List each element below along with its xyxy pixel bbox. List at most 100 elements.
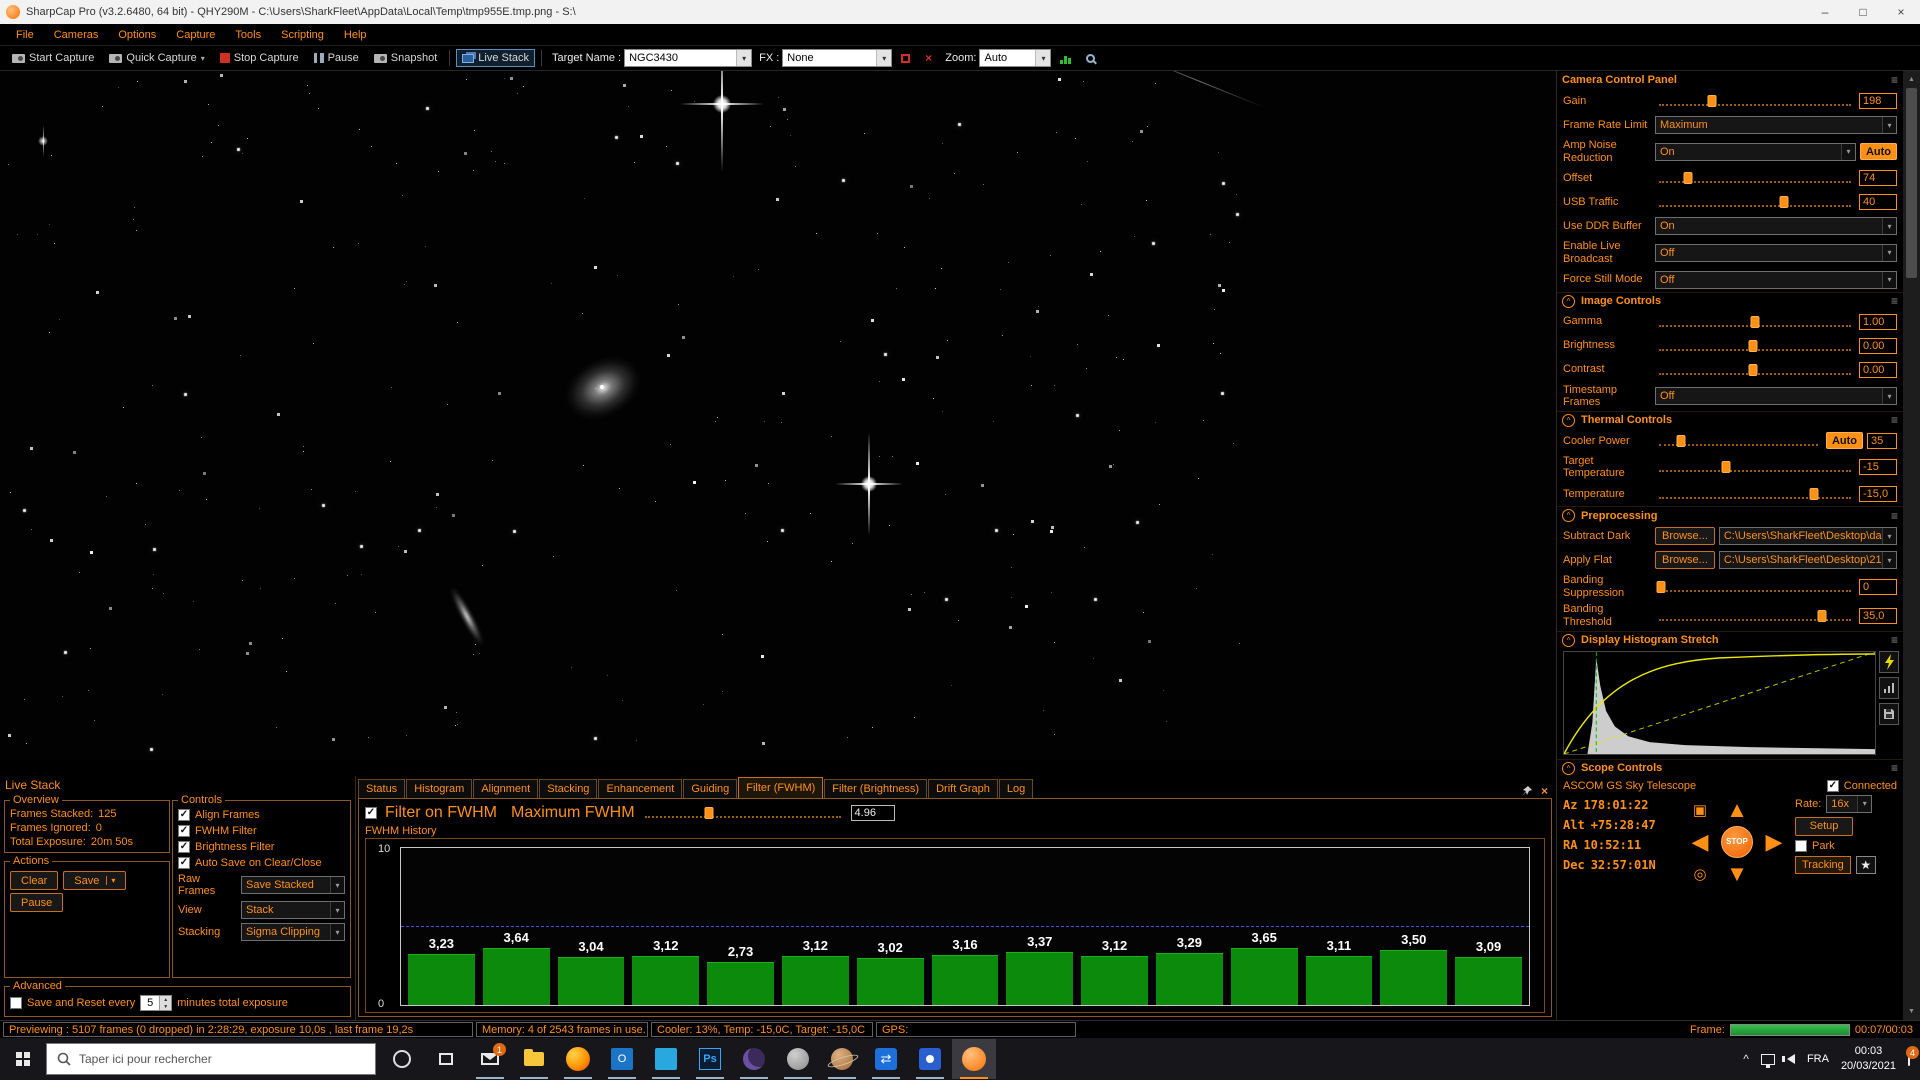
astronomy-app-button[interactable] <box>732 1039 776 1079</box>
teamviewer-button[interactable]: ⇄ <box>864 1039 908 1079</box>
setup-button[interactable]: Setup <box>1795 817 1853 836</box>
task-view-button[interactable] <box>424 1039 468 1079</box>
ddr-buffer-dropdown[interactable]: On▾ <box>1655 217 1897 235</box>
pause-button[interactable]: Pause <box>308 49 365 67</box>
tracking-button[interactable]: Tracking <box>1795 856 1851 874</box>
brightness-slider[interactable] <box>1657 339 1853 353</box>
fx-combobox[interactable]: None ▾ <box>782 49 892 67</box>
chevron-down-icon[interactable]: ▾ <box>876 50 891 66</box>
histogram-button[interactable] <box>1054 50 1077 67</box>
amp-noise-dropdown[interactable]: On▾ <box>1655 143 1856 161</box>
connected-checkbox[interactable] <box>1827 780 1839 792</box>
menu-help[interactable]: Help <box>334 27 377 43</box>
live-stack-button[interactable]: Live Stack <box>456 49 535 67</box>
panel-scrollbar[interactable]: ▲ ▼ <box>1903 71 1920 1020</box>
chevron-down-icon[interactable]: ▾ <box>330 877 344 893</box>
outlook-button[interactable]: O <box>600 1039 644 1079</box>
start-capture-button[interactable]: Start Capture <box>6 49 100 67</box>
reset-stretch-button[interactable] <box>1879 677 1899 699</box>
messaging-app-button[interactable] <box>644 1039 688 1079</box>
clear-selection-button[interactable]: × <box>919 49 938 67</box>
chevron-down-icon[interactable]: ▾ <box>1882 272 1896 288</box>
firefox-button[interactable] <box>556 1039 600 1079</box>
display-histogram-header[interactable]: ^Display Histogram Stretch≡ <box>1557 631 1903 649</box>
chevron-down-icon[interactable]: ▾ <box>1882 388 1896 404</box>
cooler-power-slider[interactable] <box>1657 434 1820 448</box>
tab-stacking[interactable]: Stacking <box>539 779 597 798</box>
chevron-down-icon[interactable]: ▾ <box>1841 144 1855 160</box>
park-checkbox[interactable] <box>1795 840 1807 852</box>
minutes-stepper[interactable]: 5▲▼ <box>140 995 172 1011</box>
volume-icon[interactable] <box>1787 1054 1795 1064</box>
save-stretch-button[interactable] <box>1879 703 1899 725</box>
slew-down-button[interactable]: ▼ <box>1722 863 1752 885</box>
photoshop-button[interactable]: Ps <box>688 1039 732 1079</box>
tab-histogram[interactable]: Histogram <box>406 779 472 798</box>
cooler-auto-button[interactable]: Auto <box>1826 432 1863 449</box>
quick-capture-button[interactable]: Quick Capture ▾ <box>103 49 210 67</box>
stop-capture-button[interactable]: Stop Capture <box>214 49 305 67</box>
usb-traffic-slider[interactable] <box>1657 195 1853 209</box>
close-panel-icon[interactable]: × <box>1541 784 1548 798</box>
sharpcap-taskbar-button[interactable] <box>952 1039 996 1079</box>
rate-dropdown[interactable]: 16x▾ <box>1826 795 1872 813</box>
chevron-down-icon[interactable]: ▾ <box>1035 50 1050 66</box>
chevron-down-icon[interactable]: ▾ <box>330 924 344 940</box>
save-reset-checkbox[interactable] <box>10 997 22 1009</box>
banding-suppression-slider[interactable] <box>1657 580 1853 594</box>
start-button[interactable] <box>0 1038 46 1080</box>
auto-stretch-button[interactable] <box>1879 651 1899 673</box>
cortana-button[interactable] <box>380 1039 424 1079</box>
camera-app-button[interactable] <box>908 1039 952 1079</box>
camera-panel-header[interactable]: Camera Control Panel ≡ <box>1557 71 1903 89</box>
target-temperature-slider[interactable] <box>1657 460 1853 474</box>
chevron-down-icon[interactable]: ▾ <box>1882 117 1896 133</box>
gray-app-button[interactable] <box>776 1039 820 1079</box>
live-broadcast-dropdown[interactable]: Off▾ <box>1655 244 1897 262</box>
taskbar-search[interactable]: Taper ici pour rechercher <box>46 1043 376 1075</box>
spin-down-icon[interactable]: ▼ <box>160 1003 171 1010</box>
chevron-down-icon[interactable]: ▾ <box>1857 796 1871 812</box>
stop-slew-button[interactable]: STOP <box>1721 826 1753 858</box>
stacking-dropdown[interactable]: Sigma Clipping▾ <box>241 923 345 941</box>
scroll-up-icon[interactable]: ▲ <box>1903 71 1920 88</box>
still-mode-dropdown[interactable]: Off▾ <box>1655 271 1897 289</box>
frame-center-icon[interactable]: ▣ <box>1685 801 1715 819</box>
apply-flat-browse-button[interactable]: Browse... <box>1655 551 1715 569</box>
target-name-combobox[interactable]: NGC3430 ▾ <box>624 49 752 67</box>
tab-filter-fwhm[interactable]: Filter (FWHM) <box>738 777 823 798</box>
menu-scripting[interactable]: Scripting <box>271 27 334 43</box>
tab-enhancement[interactable]: Enhancement <box>598 779 682 798</box>
contrast-slider[interactable] <box>1657 363 1853 377</box>
minimize-button[interactable]: – <box>1806 0 1844 24</box>
tab-filter-brightness[interactable]: Filter (Brightness) <box>824 779 927 798</box>
display-histogram-stretch[interactable] <box>1557 649 1903 759</box>
pin-icon[interactable] <box>1521 785 1533 797</box>
mail-app-button[interactable]: 1 <box>468 1039 512 1079</box>
chevron-down-icon[interactable]: ▾ <box>736 50 751 66</box>
raw-frames-dropdown[interactable]: Save Stacked▾ <box>241 876 345 894</box>
image-controls-header[interactable]: ^Image Controls≡ <box>1557 292 1903 310</box>
clock[interactable]: 00:03 20/03/2021 <box>1841 1044 1896 1074</box>
scroll-down-icon[interactable]: ▼ <box>1903 1003 1920 1020</box>
gain-slider[interactable] <box>1657 94 1853 108</box>
menu-file[interactable]: File <box>6 27 44 43</box>
chevron-down-icon[interactable]: ▾ <box>1882 218 1896 234</box>
banding-threshold-slider[interactable] <box>1657 609 1853 623</box>
file-explorer-button[interactable] <box>512 1039 556 1079</box>
tab-status[interactable]: Status <box>358 779 405 798</box>
menu-cameras[interactable]: Cameras <box>44 27 109 43</box>
brightness-filter-checkbox[interactable] <box>178 841 190 853</box>
timestamp-frames-dropdown[interactable]: Off▾ <box>1655 387 1897 405</box>
chevron-down-icon[interactable]: ▾ <box>1882 552 1896 568</box>
apply-flat-path-dropdown[interactable]: C:\Users\SharkFleet\Desktop\21_2..▾ <box>1719 551 1897 569</box>
filter-on-fwhm-checkbox[interactable] <box>365 807 377 819</box>
chevron-down-icon[interactable]: ▾ <box>106 876 115 885</box>
scrollbar-thumb[interactable] <box>1906 88 1917 278</box>
slew-left-button[interactable]: ◀ <box>1685 831 1715 853</box>
preprocessing-header[interactable]: ^Preprocessing≡ <box>1557 506 1903 524</box>
live-image-view[interactable] <box>0 71 1556 760</box>
slew-up-button[interactable]: ▲ <box>1722 799 1752 821</box>
spin-up-icon[interactable]: ▲ <box>160 996 171 1003</box>
chevron-down-icon[interactable]: ▾ <box>1882 528 1896 544</box>
